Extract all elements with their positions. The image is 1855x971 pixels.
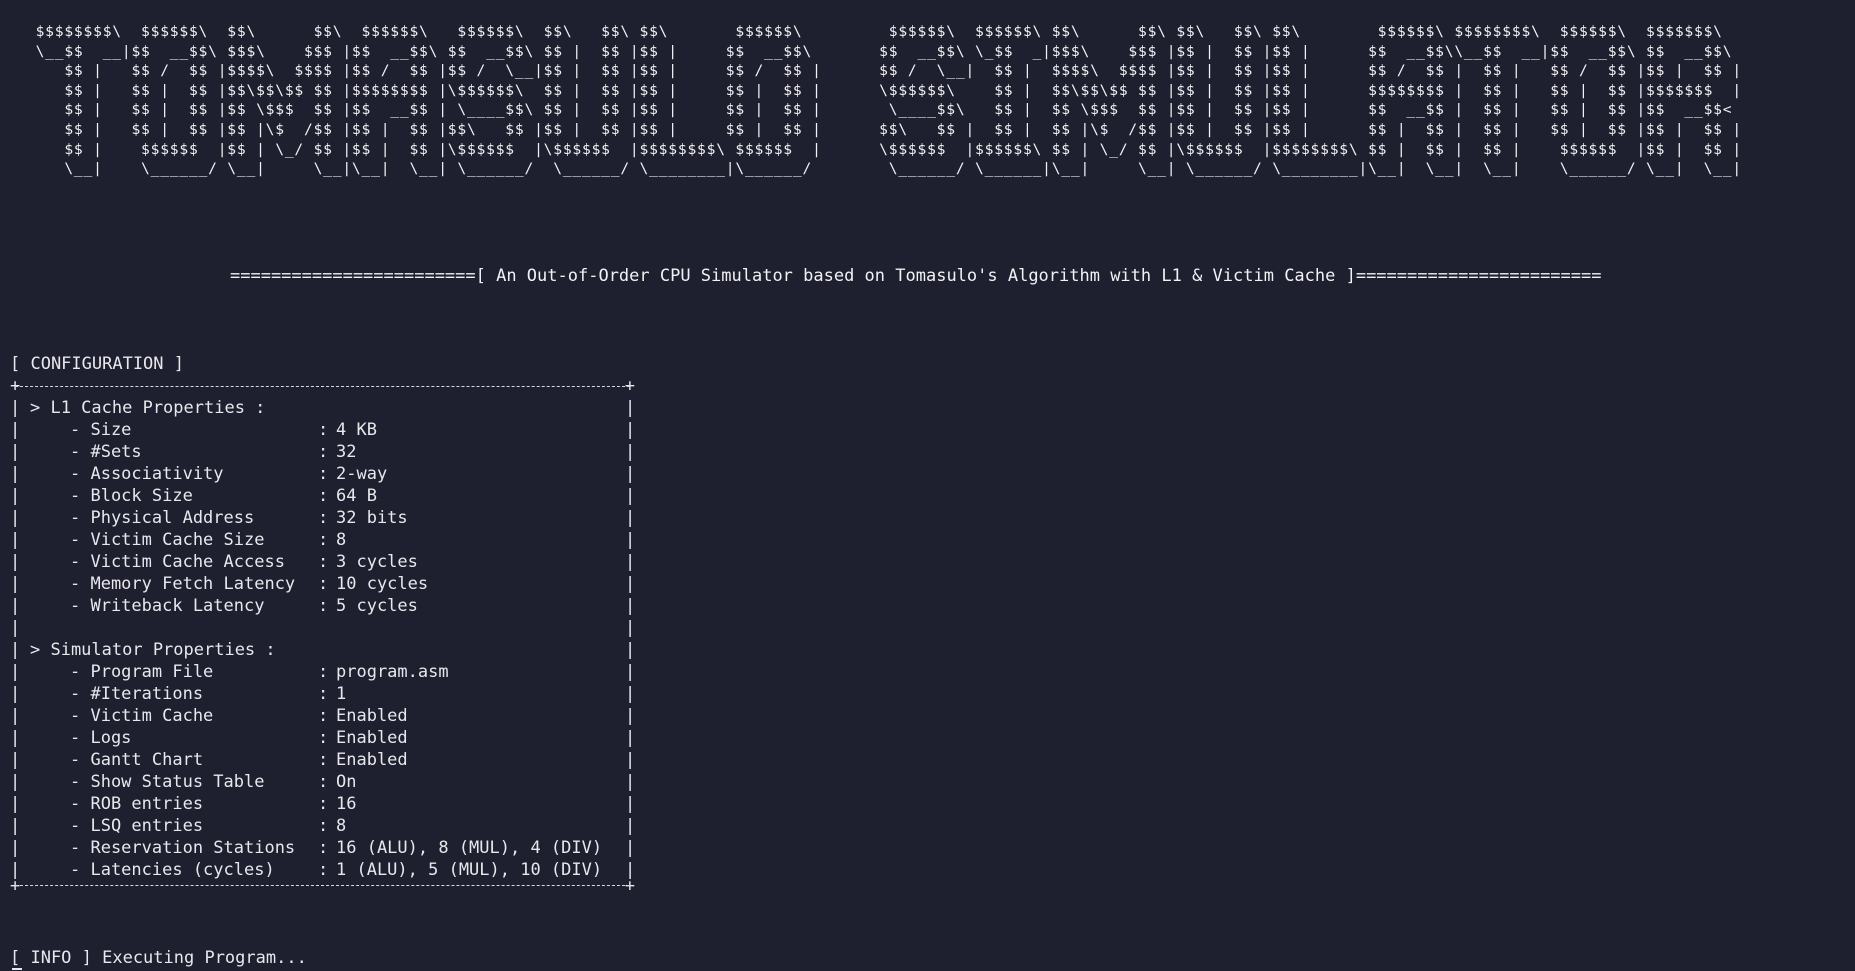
banner-line: \__$$ __|$$ __$$\ $$$\ $$$ |$$ __$$\ $$ … xyxy=(26,42,1733,60)
l1-cache-title: > L1 Cache Properties : xyxy=(30,398,266,418)
config-item-memory-fetch-latency: - Memory Fetch Latency:10 cycles xyxy=(30,573,620,595)
subtitle-line: ========================[ An Out-of-Orde… xyxy=(230,266,1602,286)
config-item-physical-address: - Physical Address:32 bits xyxy=(30,507,620,529)
config-key: - #Sets xyxy=(70,442,142,462)
config-value: 10 cycles xyxy=(336,574,429,594)
config-key: - Program File xyxy=(70,662,214,682)
config-value: Enabled xyxy=(336,706,408,726)
config-key: - Memory Fetch Latency xyxy=(70,574,296,594)
config-key: - Show Status Table xyxy=(70,772,265,792)
config-key: - Logs xyxy=(70,728,132,748)
banner-line: $$ | $$ | $$ |$$ \$$$ $$ |$$ __$$ | \___… xyxy=(26,101,1733,119)
config-value: program.asm xyxy=(336,662,449,682)
config-key: - Latencies (cycles) xyxy=(70,860,275,880)
config-key: - Reservation Stations xyxy=(70,838,296,858)
config-value: 64 B xyxy=(336,486,377,506)
banner-line: $$ | $$ | $$ |$$\$$\$$ $$ |$$$$$$$$ |\$$… xyxy=(26,81,1742,99)
config-key: - Physical Address xyxy=(70,508,255,528)
config-item-logs: - Logs: Enabled xyxy=(30,727,620,749)
config-item-latencies: - Latencies (cycles):1 (ALU), 5 (MUL), 1… xyxy=(30,859,620,881)
config-item-size: - Size:4 KB xyxy=(30,419,620,441)
config-item-gantt-chart: - Gantt Chart: Enabled xyxy=(30,749,620,771)
config-value: 1 (ALU), 5 (MUL), 10 (DIV) xyxy=(336,860,603,880)
config-item-rob-entries: - ROB entries:16 xyxy=(30,793,620,815)
config-item-victim-cache-size: - Victim Cache Size:8 xyxy=(30,529,620,551)
configuration-content: > L1 Cache Properties : - Size:4 KB - #S… xyxy=(30,397,620,881)
config-value: 16 xyxy=(336,794,357,814)
config-key: - LSQ entries xyxy=(70,816,204,836)
info-text: [ INFO ] Executing Program... xyxy=(10,948,307,968)
config-item-block-size: - Block Size:64 B xyxy=(30,485,620,507)
box-border-bottom xyxy=(15,885,630,886)
config-value: Enabled xyxy=(336,728,408,748)
config-item-sets: - #Sets:32 xyxy=(30,441,620,463)
config-value: 8 xyxy=(336,530,347,550)
config-key: - Associativity xyxy=(70,464,224,484)
config-key: - Gantt Chart xyxy=(70,750,204,770)
config-value: 16 (ALU), 8 (MUL), 4 (DIV) xyxy=(336,838,603,858)
config-item-reservation-stations: - Reservation Stations:16 (ALU), 8 (MUL)… xyxy=(30,837,620,859)
terminal-cursor xyxy=(12,968,22,970)
config-value: Enabled xyxy=(336,750,408,770)
banner-line: $$$$$$$$\ $$$$$$\ $$\ $$\ $$$$$$\ $$$$$$… xyxy=(26,23,1733,40)
banner-line: $$ | $$ | $$ |$$ |\$ /$$ |$$ | $$ |$$\ $… xyxy=(26,120,1742,138)
config-value: 2-way xyxy=(336,464,388,484)
info-message: [ INFO ] Executing Program... xyxy=(10,947,307,969)
config-value: 8 xyxy=(336,816,347,836)
configuration-box: + + + + | | | | | | | | | | | | | | | | | | | | | | | | | | | | | | |… xyxy=(10,375,635,897)
config-item-program-file: - Program File: program.asm xyxy=(30,661,620,683)
config-key: - Victim Cache Access xyxy=(70,552,285,572)
config-value: 32 xyxy=(336,442,357,462)
config-value: On xyxy=(336,772,357,792)
configuration-header: [ CONFIGURATION ] xyxy=(10,354,184,374)
config-value: 32 bits xyxy=(336,508,408,528)
ascii-banner: $$$$$$$$\ $$$$$$\ $$\ $$\ $$$$$$\ $$$$$$… xyxy=(26,22,1742,179)
config-value: 5 cycles xyxy=(336,596,418,616)
config-item-associativity: - Associativity:2-way xyxy=(30,463,620,485)
banner-line: \__| \______/ \__| \__|\__| \__| \______… xyxy=(26,160,1742,178)
config-value: 3 cycles xyxy=(336,552,418,572)
config-key: - ROB entries xyxy=(70,794,204,814)
box-border-left: | | | | | | | | | | | | | | | | | | | | | | xyxy=(10,398,21,880)
config-item-victim-cache: - Victim Cache: Enabled xyxy=(30,705,620,727)
config-value: 4 KB xyxy=(336,420,377,440)
config-item-lsq-entries: - LSQ entries:8 xyxy=(30,815,620,837)
config-item-show-status-table: - Show Status Table: On xyxy=(30,771,620,793)
banner-line: $$ | $$ / $$ |$$$$\ $$$$ |$$ / $$ |$$ / … xyxy=(26,62,1742,80)
config-item-victim-cache-access: - Victim Cache Access:3 cycles xyxy=(30,551,620,573)
config-key: - Writeback Latency xyxy=(70,596,265,616)
terminal-window[interactable]: $$$$$$$$\ $$$$$$\ $$\ $$\ $$$$$$\ $$$$$$… xyxy=(0,0,1855,971)
simulator-title: > Simulator Properties : xyxy=(30,640,276,660)
config-key: - Victim Cache xyxy=(70,706,214,726)
config-key: - Victim Cache Size xyxy=(70,530,265,550)
config-key: - #Iterations xyxy=(70,684,204,704)
config-value: 1 xyxy=(336,684,347,704)
config-item-writeback-latency: - Writeback Latency:5 cycles xyxy=(30,595,620,617)
banner-line: $$ | $$$$$$ |$$ | \_/ $$ |$$ | $$ |\$$$$… xyxy=(26,140,1742,158)
config-key: - Block Size xyxy=(70,486,193,506)
box-border-top xyxy=(15,386,630,387)
config-key: - Size xyxy=(70,420,132,440)
box-border-right: | | | | | | | | | | | | | | | | | | | | | | xyxy=(625,398,636,880)
config-item-iterations: - #Iterations:1 xyxy=(30,683,620,705)
